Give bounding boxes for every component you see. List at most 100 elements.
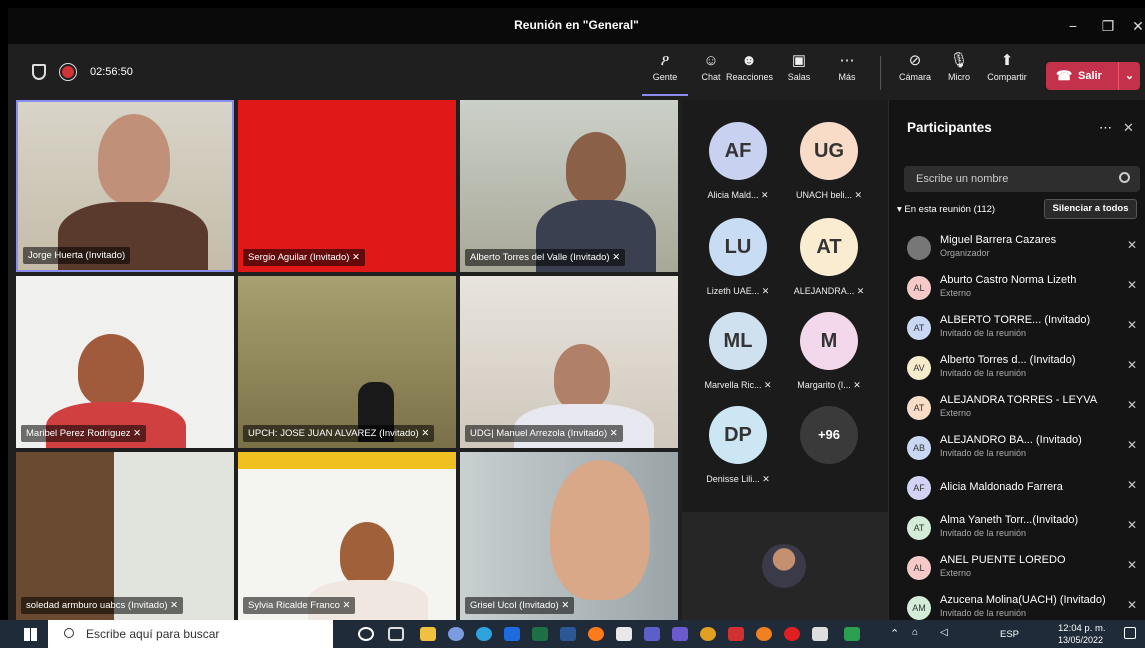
video-tile[interactable]: Maribel Perez Rodriguez ✕ bbox=[16, 276, 234, 448]
meeting-timer: 02:56:50 bbox=[90, 66, 133, 78]
mic-off-icon: ✕ bbox=[1126, 398, 1137, 412]
camera-button[interactable]: ⊘ Cámara bbox=[892, 50, 938, 96]
teams-meeting-window: Reunión en "General" − ❐ ✕ 02:56:50 ዖ Gen… bbox=[8, 8, 1145, 620]
close-window-button[interactable]: ✕ bbox=[1123, 14, 1145, 38]
more-button[interactable]: ⋯ Más bbox=[824, 50, 870, 96]
taskbar-search-input[interactable]: Escribe aquí para buscar bbox=[48, 620, 333, 648]
file-explorer-icon[interactable] bbox=[420, 627, 436, 641]
avatar-label: Alicia Mald... ✕ bbox=[707, 190, 769, 200]
toolbar-divider bbox=[880, 56, 881, 90]
mute-all-button[interactable]: Silenciar a todos bbox=[1044, 199, 1137, 219]
search-icon bbox=[1119, 172, 1130, 183]
task-view-icon[interactable] bbox=[388, 627, 404, 641]
participant-list-item[interactable]: AV Alberto Torres d... (Invitado) Invitado… bbox=[907, 352, 1137, 388]
app-icon[interactable] bbox=[812, 627, 828, 641]
app-icon[interactable] bbox=[728, 627, 744, 641]
rooms-button[interactable]: ▣ Salas bbox=[776, 50, 822, 96]
chevron-down-icon[interactable]: ⌄ bbox=[1118, 62, 1140, 90]
cortana-icon[interactable] bbox=[358, 627, 374, 641]
leave-button[interactable]: ☎ Salir ⌄ bbox=[1046, 62, 1140, 90]
avatar: AV bbox=[907, 356, 931, 380]
clock-time[interactable]: 12:04 p. m. bbox=[1058, 623, 1106, 634]
avatar[interactable]: UG bbox=[800, 122, 858, 180]
clock-date[interactable]: 13/05/2022 bbox=[1058, 635, 1103, 645]
mic-off-icon: ✕ bbox=[1126, 558, 1137, 572]
avatar-label: Lizeth UAE... ✕ bbox=[706, 286, 770, 296]
avatar: AF bbox=[907, 476, 931, 500]
excel-icon[interactable] bbox=[532, 627, 548, 641]
avatar[interactable]: AF bbox=[709, 122, 767, 180]
avatar[interactable]: M bbox=[800, 312, 858, 370]
people-button[interactable]: ዖ Gente bbox=[642, 50, 688, 96]
video-tile[interactable]: Alberto Torres del Valle (Invitado) ✕ bbox=[460, 100, 678, 272]
video-tile[interactable]: Jorge Huerta (Invitado) bbox=[16, 100, 234, 272]
participant-name: ALEJANDRA TORRES - LEYVA bbox=[940, 394, 1098, 406]
participant-list-item[interactable]: AT Alma Yaneth Torr...(Invitado) Invitado … bbox=[907, 512, 1137, 548]
mic-button[interactable]: 🎙 Micro bbox=[936, 50, 982, 96]
app-icon[interactable] bbox=[784, 627, 800, 641]
avatar[interactable]: DP bbox=[709, 406, 767, 464]
video-tile[interactable]: Sergio Aguilar (Invitado) ✕ bbox=[238, 100, 456, 272]
participant-list-item[interactable]: AT ALBERTO TORRE... (Invitado) Invitado de… bbox=[907, 312, 1137, 348]
participant-list-item[interactable]: Miguel Barrera Cazares Organizador ✕ bbox=[907, 232, 1137, 268]
video-tile[interactable]: UDG| Manuel Arrezola (Invitado) ✕ bbox=[460, 276, 678, 448]
video-tile[interactable]: UPCH: JOSE JUAN ALVAREZ (Invitado) ✕ bbox=[238, 276, 456, 448]
avatar-label: UNACH beli... ✕ bbox=[795, 190, 863, 200]
participant-role: Externo bbox=[940, 568, 972, 578]
meeting-toolbar: 02:56:50 ዖ Gente ☺ Chat ☻ Reacciones ▣ Salas… bbox=[8, 44, 1145, 100]
participant-name: Grisel Ucol (Invitado) ✕ bbox=[465, 597, 575, 614]
word-icon[interactable] bbox=[560, 627, 576, 641]
avatar: AT bbox=[907, 316, 931, 340]
app-icon[interactable] bbox=[504, 627, 520, 641]
participant-search-input[interactable]: Escribe un nombre bbox=[904, 166, 1140, 192]
app-icon[interactable] bbox=[844, 627, 860, 641]
participant-list-item[interactable]: AL ANEL PUENTE LOREDO Externo ✕ bbox=[907, 552, 1137, 588]
video-tile[interactable]: Sylvia Ricalde Franco ✕ bbox=[238, 452, 456, 620]
participant-name: soledad armburo uabcs (Invitado) ✕ bbox=[21, 597, 184, 614]
notifications-icon[interactable] bbox=[1124, 627, 1136, 639]
video-tile[interactable]: Grisel Ucol (Invitado) ✕ bbox=[460, 452, 678, 620]
app-icon[interactable] bbox=[616, 627, 632, 641]
network-icon[interactable]: ⌂ bbox=[912, 627, 918, 638]
volume-icon[interactable]: ◁ bbox=[940, 627, 948, 638]
participant-list-item[interactable]: AF Alicia Maldonado Farrera ✕ bbox=[907, 472, 1137, 508]
camera-off-icon: ⊘ bbox=[908, 52, 922, 69]
avatar: AL bbox=[907, 276, 931, 300]
participant-role: Invitado de la reunión bbox=[940, 448, 1027, 458]
teams-icon[interactable] bbox=[644, 627, 660, 641]
avatar: AT bbox=[907, 516, 931, 540]
maximize-button[interactable]: ❐ bbox=[1093, 14, 1123, 38]
shield-icon bbox=[32, 64, 46, 80]
tray-chevron-icon[interactable]: ⌃ bbox=[890, 627, 899, 640]
firefox-icon[interactable] bbox=[588, 627, 604, 641]
chrome-icon[interactable] bbox=[700, 627, 716, 641]
video-tile[interactable]: soledad armburo uabcs (Invitado) ✕ bbox=[16, 452, 234, 620]
edge-icon[interactable] bbox=[476, 627, 492, 641]
share-button[interactable]: ⬆ Compartir bbox=[984, 50, 1030, 96]
participant-list-item[interactable]: AT ALEJANDRA TORRES - LEYVA Externo ✕ bbox=[907, 392, 1137, 428]
participant-list-item[interactable]: AB ALEJANDRO BA... (Invitado) Invitado de … bbox=[907, 432, 1137, 468]
overflow-count-button[interactable]: +96 bbox=[800, 406, 858, 464]
participant-list-item[interactable]: AL Aburto Castro Norma Lizeth Externo ✕ bbox=[907, 272, 1137, 308]
close-panel-icon[interactable]: ✕ bbox=[1123, 120, 1134, 136]
avatar[interactable]: AT bbox=[800, 218, 858, 276]
section-header[interactable]: ▾ En esta reunión (112) bbox=[897, 204, 995, 215]
windows-start-icon[interactable] bbox=[24, 628, 37, 641]
participant-name: ALBERTO TORRE... (Invitado) bbox=[940, 314, 1091, 326]
minimize-button[interactable]: − bbox=[1058, 14, 1088, 38]
avatar: AM bbox=[907, 596, 931, 620]
reactions-button[interactable]: ☻ Reacciones bbox=[726, 50, 773, 96]
more-icon: ⋯ bbox=[839, 52, 855, 69]
avatar[interactable]: LU bbox=[709, 218, 767, 276]
app-icon[interactable] bbox=[756, 627, 772, 641]
app-icon[interactable] bbox=[672, 627, 688, 641]
avatar[interactable]: ML bbox=[709, 312, 767, 370]
participant-avatars-pane: AF Alicia Mald... ✕ UG UNACH beli... ✕ L… bbox=[682, 100, 888, 620]
participant-name: Sergio Aguilar (Invitado) ✕ bbox=[243, 249, 365, 266]
participant-role: Invitado de la reunión bbox=[940, 328, 1027, 338]
language-indicator[interactable]: ESP bbox=[1000, 629, 1019, 640]
app-icon[interactable] bbox=[448, 627, 464, 641]
more-options-icon[interactable]: ⋯ bbox=[1099, 120, 1112, 136]
mic-off-icon: ✕ bbox=[1126, 238, 1137, 252]
mic-off-icon: ✕ bbox=[1126, 358, 1137, 372]
